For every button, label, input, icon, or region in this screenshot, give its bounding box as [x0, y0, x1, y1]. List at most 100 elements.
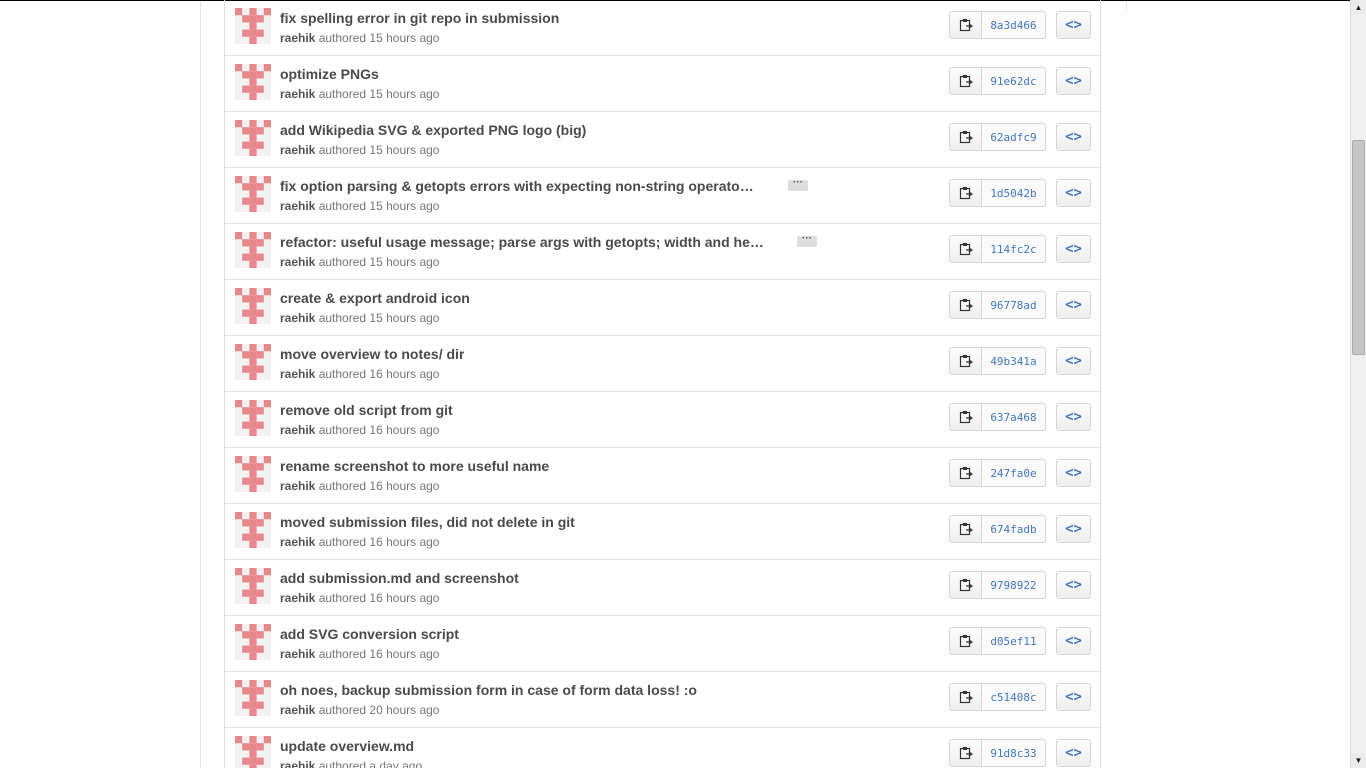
commit-sha-link[interactable]: 674fadb — [982, 516, 1045, 542]
commit-title[interactable]: add Wikipedia SVG & exported PNG logo (b… — [280, 122, 586, 140]
scroll-up-arrow-icon[interactable]: ▲ — [1351, 0, 1366, 15]
code-icon[interactable]: <> — [1056, 403, 1091, 431]
code-icon[interactable]: <> — [1056, 739, 1091, 767]
commit-time: 16 hours ago — [369, 647, 440, 661]
commit-verb: authored — [318, 255, 367, 269]
commit-author[interactable]: raehik — [280, 255, 315, 269]
commit-author[interactable]: raehik — [280, 87, 315, 101]
commit-sha-link[interactable]: 637a468 — [982, 404, 1045, 430]
code-icon[interactable]: <> — [1056, 459, 1091, 487]
avatar[interactable] — [235, 120, 271, 156]
commit-sha-link[interactable]: 247fa0e — [982, 460, 1045, 486]
commit-author[interactable]: raehik — [280, 143, 315, 157]
avatar[interactable] — [235, 64, 271, 100]
code-icon[interactable]: <> — [1056, 179, 1091, 207]
commit-author[interactable]: raehik — [280, 591, 315, 605]
clippy-icon[interactable] — [950, 404, 982, 430]
clippy-icon[interactable] — [950, 124, 982, 150]
code-icon[interactable]: <> — [1056, 291, 1091, 319]
avatar[interactable] — [235, 736, 271, 768]
clippy-icon[interactable] — [950, 236, 982, 262]
clippy-icon[interactable] — [950, 684, 982, 710]
clippy-icon[interactable] — [950, 572, 982, 598]
commit-sha-link[interactable]: 96778ad — [982, 292, 1045, 318]
commit-title[interactable]: add SVG conversion script — [280, 626, 459, 644]
commit-title[interactable]: update overview.md — [280, 738, 414, 756]
commit-sha-link[interactable]: 1d5042b — [982, 180, 1045, 206]
commit-title[interactable]: optimize PNGs — [280, 66, 379, 84]
sha-button-group: 637a468 — [949, 403, 1046, 431]
commit-sha-link[interactable]: d05ef11 — [982, 628, 1045, 654]
commit-author[interactable]: raehik — [280, 423, 315, 437]
commit-title[interactable]: remove old script from git — [280, 402, 453, 420]
code-icon[interactable]: <> — [1056, 571, 1091, 599]
commit-time: 20 hours ago — [369, 703, 440, 717]
commit-title[interactable]: create & export android icon — [280, 290, 470, 308]
commit-sha-link[interactable]: 91e62dc — [982, 68, 1045, 94]
code-icon[interactable]: <> — [1056, 123, 1091, 151]
commit-title[interactable]: fix option parsing & getopts errors with… — [280, 178, 779, 196]
commit-meta: raehik authored 16 hours ago — [280, 591, 439, 605]
commit-sha-link[interactable]: 49b341a — [982, 348, 1045, 374]
commit-row: moved submission files, did not delete i… — [225, 504, 1100, 560]
commit-author[interactable]: raehik — [280, 479, 315, 493]
commit-sha-link[interactable]: c51408c — [982, 684, 1045, 710]
commit-author[interactable]: raehik — [280, 31, 315, 45]
avatar[interactable] — [235, 288, 271, 324]
code-icon[interactable]: <> — [1056, 627, 1091, 655]
ellipsis-icon[interactable]: ··· — [788, 178, 808, 191]
clippy-icon[interactable] — [950, 292, 982, 318]
avatar[interactable] — [235, 680, 271, 716]
commit-time: 15 hours ago — [369, 87, 440, 101]
commit-author[interactable]: raehik — [280, 703, 315, 717]
code-icon[interactable]: <> — [1056, 347, 1091, 375]
avatar[interactable] — [235, 624, 271, 660]
commit-sha-link[interactable]: 114fc2c — [982, 236, 1045, 262]
commit-author[interactable]: raehik — [280, 759, 315, 768]
commit-sha-link[interactable]: 62adfc9 — [982, 124, 1045, 150]
commit-sha-link[interactable]: 9798922 — [982, 572, 1045, 598]
commit-time: 15 hours ago — [369, 31, 440, 45]
commit-sha-link[interactable]: 8a3d466 — [982, 12, 1045, 38]
clippy-icon[interactable] — [950, 516, 982, 542]
avatar[interactable] — [235, 232, 271, 268]
commit-title[interactable]: moved submission files, did not delete i… — [280, 514, 575, 532]
code-icon[interactable]: <> — [1056, 11, 1091, 39]
commit-author[interactable]: raehik — [280, 199, 315, 213]
commit-title[interactable]: rename screenshot to more useful name — [280, 458, 549, 476]
clippy-icon[interactable] — [950, 740, 982, 766]
code-icon[interactable]: <> — [1056, 67, 1091, 95]
clippy-icon[interactable] — [950, 460, 982, 486]
avatar[interactable] — [235, 512, 271, 548]
code-icon[interactable]: <> — [1056, 515, 1091, 543]
commit-author[interactable]: raehik — [280, 367, 315, 381]
commit-title[interactable]: refactor: useful usage message; parse ar… — [280, 234, 788, 252]
scrollbar-thumb[interactable] — [1352, 140, 1365, 355]
commit-title[interactable]: oh noes, backup submission form in case … — [280, 682, 697, 700]
commit-title[interactable]: add submission.md and screenshot — [280, 570, 519, 588]
clippy-icon[interactable] — [950, 628, 982, 654]
code-icon[interactable]: <> — [1056, 683, 1091, 711]
commit-author[interactable]: raehik — [280, 647, 315, 661]
avatar[interactable] — [235, 456, 271, 492]
ellipsis-icon[interactable]: ··· — [797, 234, 817, 247]
commit-sha-link[interactable]: 91d8c33 — [982, 740, 1045, 766]
commit-author[interactable]: raehik — [280, 535, 315, 549]
avatar[interactable] — [235, 568, 271, 604]
code-icon[interactable]: <> — [1056, 235, 1091, 263]
vertical-scrollbar[interactable]: ▲ ▼ — [1350, 0, 1366, 768]
commit-row: add Wikipedia SVG & exported PNG logo (b… — [225, 112, 1100, 168]
avatar[interactable] — [235, 176, 271, 212]
commit-verb: authored — [318, 591, 367, 605]
clippy-icon[interactable] — [950, 68, 982, 94]
scroll-down-arrow-icon[interactable]: ▼ — [1351, 753, 1366, 768]
avatar[interactable] — [235, 400, 271, 436]
clippy-icon[interactable] — [950, 348, 982, 374]
clippy-icon[interactable] — [950, 12, 982, 38]
avatar[interactable] — [235, 8, 271, 44]
commit-author[interactable]: raehik — [280, 311, 315, 325]
avatar[interactable] — [235, 344, 271, 380]
clippy-icon[interactable] — [950, 180, 982, 206]
commit-title[interactable]: fix spelling error in git repo in submis… — [280, 10, 559, 28]
commit-title[interactable]: move overview to notes/ dir — [280, 346, 464, 364]
